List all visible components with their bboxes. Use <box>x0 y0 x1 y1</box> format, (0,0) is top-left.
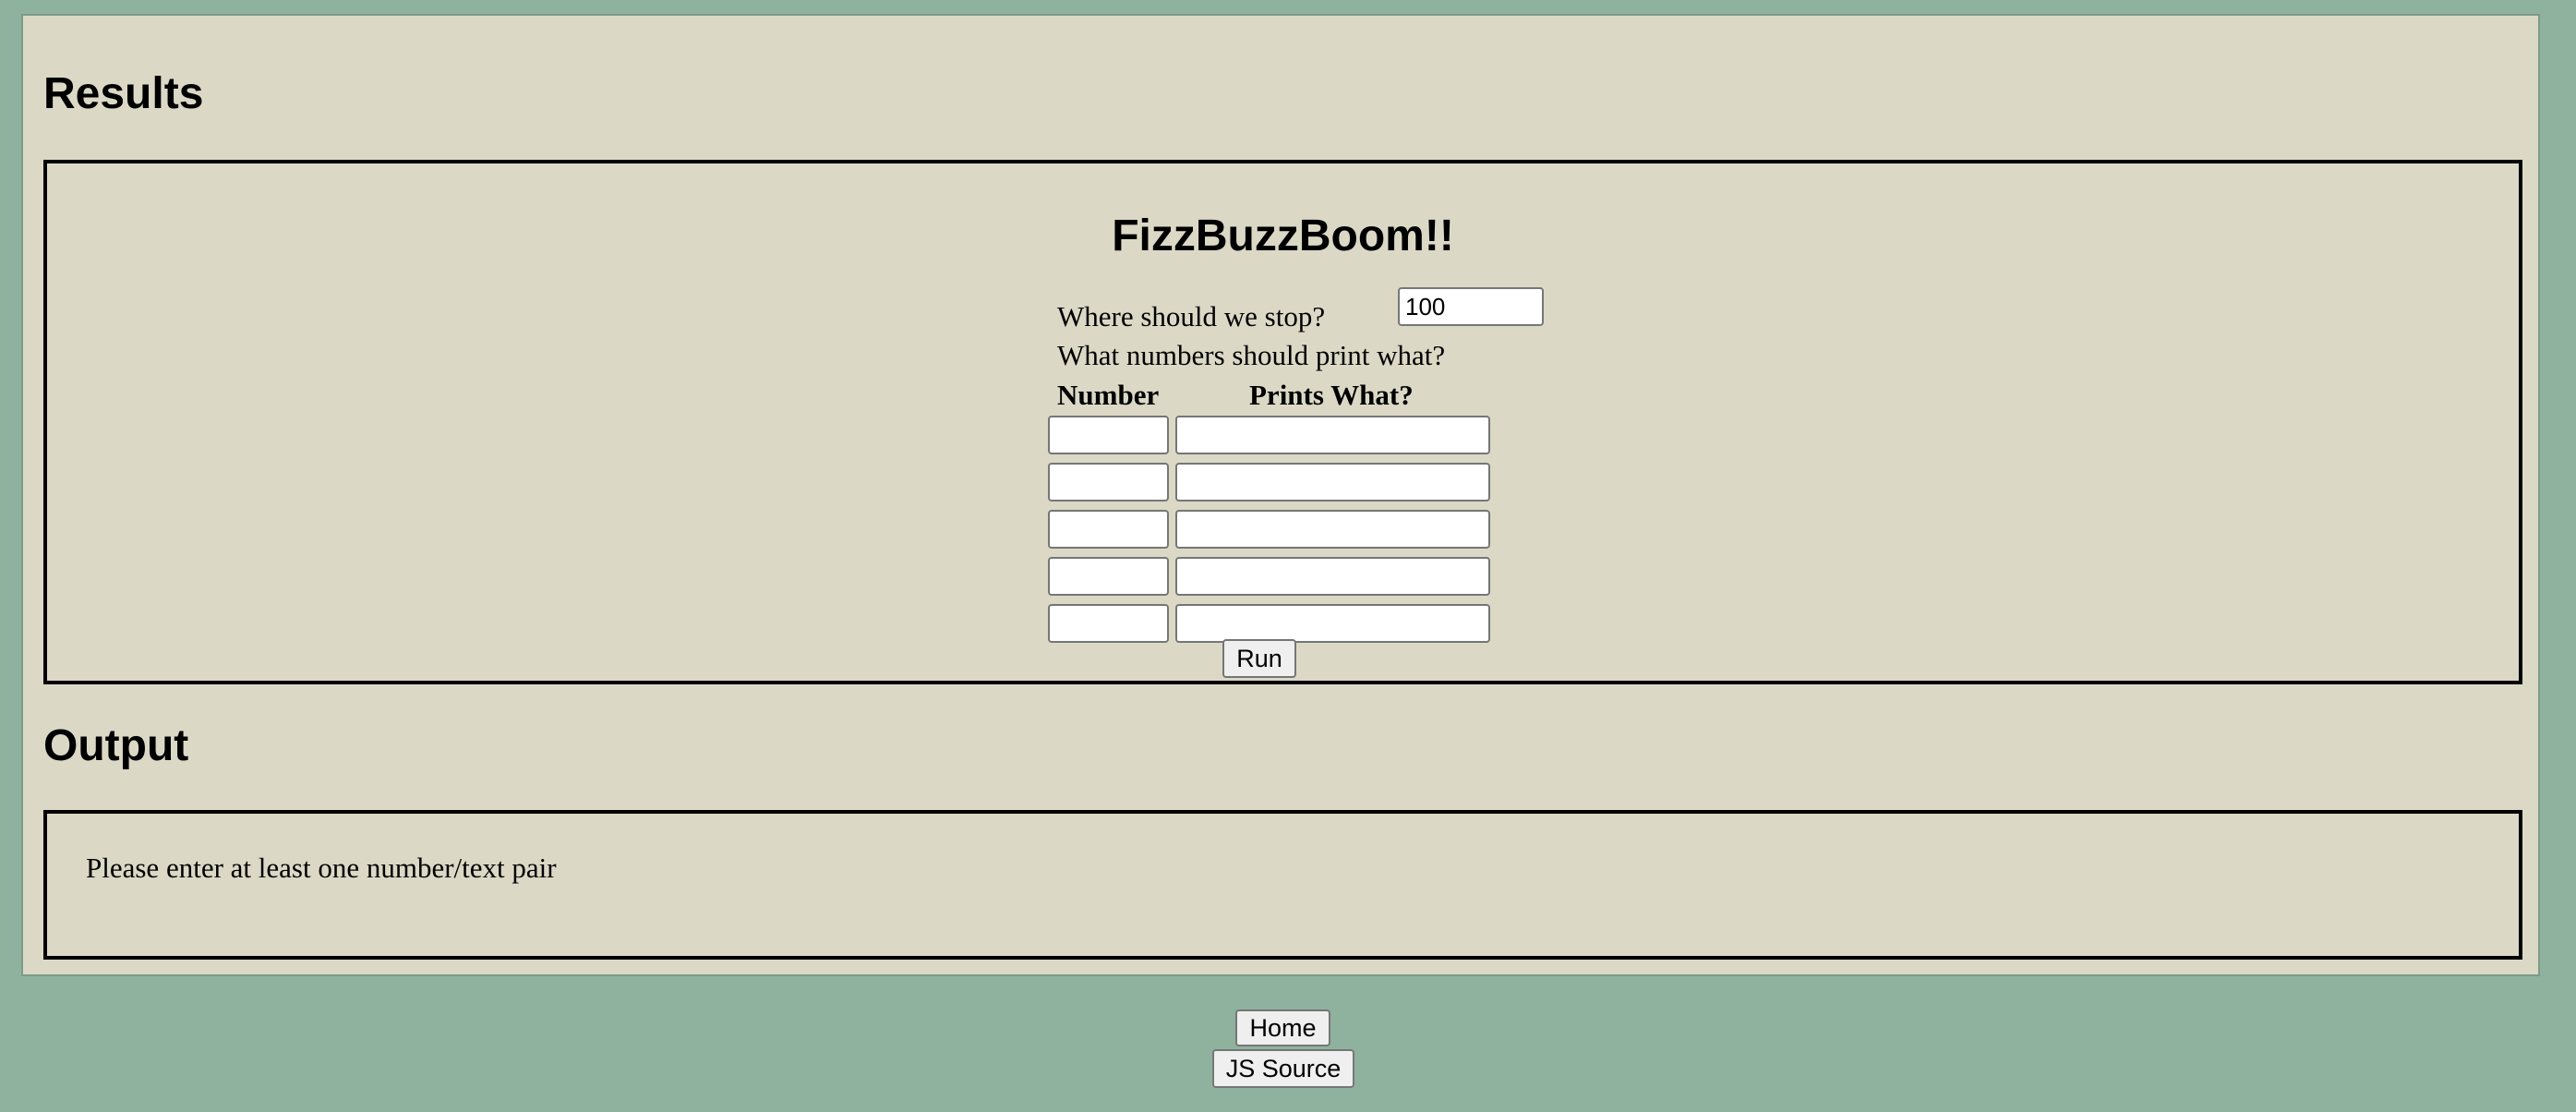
numbers-label: What numbers should print what? <box>1057 339 1446 371</box>
app-title: FizzBuzzBoom!! <box>1112 212 1454 260</box>
number-input-2[interactable] <box>1048 463 1169 502</box>
results-heading: Results <box>43 69 204 118</box>
column-header-prints: Prints What? <box>1249 379 1414 411</box>
run-button[interactable]: Run <box>1222 639 1296 678</box>
output-heading: Output <box>43 721 189 770</box>
text-input-5[interactable] <box>1175 604 1490 643</box>
stop-input[interactable] <box>1398 287 1544 326</box>
content-panel: Results FizzBuzzBoom!! Where should we s… <box>21 14 2540 976</box>
number-input-4[interactable] <box>1048 557 1169 596</box>
stop-label: Where should we stop? <box>1057 300 1326 332</box>
text-input-1[interactable] <box>1175 416 1490 454</box>
number-input-5[interactable] <box>1048 604 1169 643</box>
output-box: Please enter at least one number/text pa… <box>43 810 2522 960</box>
home-button[interactable]: Home <box>1235 1009 1330 1046</box>
output-message: Please enter at least one number/text pa… <box>86 852 557 884</box>
number-input-1[interactable] <box>1048 416 1169 454</box>
results-box: FizzBuzzBoom!! Where should we stop? Wha… <box>43 160 2522 684</box>
js-source-button[interactable]: JS Source <box>1212 1049 1354 1088</box>
text-input-2[interactable] <box>1175 463 1490 502</box>
number-input-3[interactable] <box>1048 510 1169 549</box>
text-input-4[interactable] <box>1175 557 1490 596</box>
column-header-number: Number <box>1057 379 1160 411</box>
text-input-3[interactable] <box>1175 510 1490 549</box>
